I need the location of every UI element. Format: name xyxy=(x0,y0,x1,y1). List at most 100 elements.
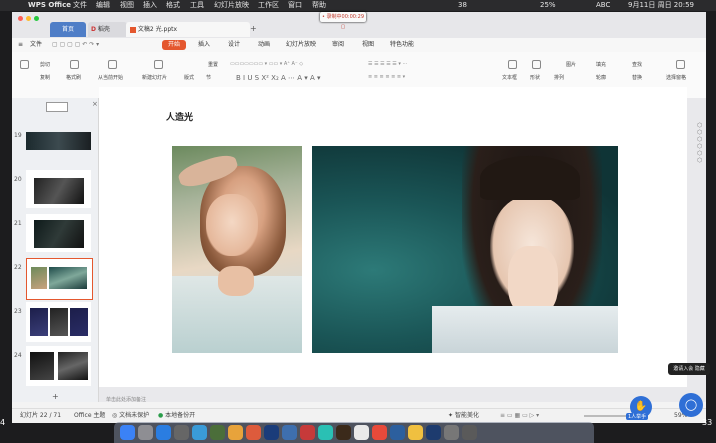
ribbon-tab-design[interactable]: 设计 xyxy=(228,38,240,52)
slide-thumbnail-23[interactable] xyxy=(26,302,91,342)
find-button[interactable]: 查找 xyxy=(632,61,642,68)
safari-icon[interactable] xyxy=(156,425,171,440)
menu-format[interactable]: 格式 xyxy=(166,0,180,11)
textbox-icon[interactable] xyxy=(508,60,517,69)
add-slide-button[interactable]: + xyxy=(52,392,59,401)
section-button[interactable]: 节 xyxy=(206,74,211,81)
notes-placeholder[interactable]: 单击此处添加备注 xyxy=(106,396,146,403)
ribbon-tab-animation[interactable]: 动画 xyxy=(258,38,270,52)
layout-button[interactable]: 版式 xyxy=(184,74,194,81)
ribbon-tab-slideshow[interactable]: 幻灯片放映 xyxy=(286,38,316,52)
wps-icon[interactable] xyxy=(372,425,387,440)
side-tools-icons[interactable]: ⬡ ⬡ ⬡ ⬡ ⬡ ⬡ xyxy=(697,122,702,164)
input-method[interactable]: ABC xyxy=(596,0,610,11)
trash-icon[interactable] xyxy=(462,425,477,440)
bridge-icon[interactable] xyxy=(336,425,351,440)
browser-icon[interactable] xyxy=(192,425,207,440)
quick-access-icons[interactable]: ▢ ▢ ▢ ▢ ↶ ↷ ▾ xyxy=(52,38,99,52)
slide-thumbnail-19[interactable] xyxy=(26,132,91,150)
theme-name[interactable]: Office 主题 xyxy=(74,409,105,423)
outline-button[interactable]: 轮廓 xyxy=(596,74,606,81)
ribbon-tab-review[interactable]: 审阅 xyxy=(332,38,344,52)
font-style-buttons[interactable]: B I U S X² X₂ A ⋯ A ▾ A ▾ xyxy=(236,74,321,82)
folder-icon[interactable] xyxy=(408,425,423,440)
slide-thumbnail-20[interactable] xyxy=(26,170,91,208)
select-pane-icon[interactable] xyxy=(676,60,685,69)
media-app-icon[interactable] xyxy=(300,425,315,440)
thumbnail-view-toggle[interactable] xyxy=(46,102,68,112)
tab-draft[interactable]: D 稻壳 xyxy=(88,22,127,37)
battery-percent[interactable]: 25% xyxy=(540,0,556,11)
menu-help[interactable]: 帮助 xyxy=(312,0,326,11)
menu-window[interactable]: 窗口 xyxy=(288,0,302,11)
menu-tools[interactable]: 工具 xyxy=(190,0,204,11)
invite-tooltip[interactable]: 邀请入会 隐藏 xyxy=(668,363,710,375)
fill-button[interactable]: 填充 xyxy=(596,61,606,68)
paragraph-controls[interactable]: ☰ ☰ ☰ ☰ ☰ ▾ ⋯ xyxy=(368,61,407,67)
view-mode-buttons[interactable]: ≡ ▭ ▦ ▭ ▷ ▾ xyxy=(500,409,539,423)
arrange-button[interactable]: 排列 xyxy=(554,74,564,81)
slide-thumbnail-22[interactable] xyxy=(26,258,93,300)
menu-edit[interactable]: 编辑 xyxy=(96,0,110,11)
tab-home[interactable]: 首页 xyxy=(50,22,86,37)
menu-app-name[interactable]: WPS Office xyxy=(28,0,71,11)
wps-docs-icon[interactable] xyxy=(390,425,405,440)
cut-button[interactable]: 剪切 xyxy=(40,61,50,68)
calendar-icon[interactable] xyxy=(246,425,261,440)
play-from-current-button[interactable]: 从当前开始 xyxy=(98,74,123,81)
ribbon-tab-insert[interactable]: 插入 xyxy=(198,38,210,52)
ribbon-tab-view[interactable]: 视图 xyxy=(362,38,374,52)
close-window-button[interactable] xyxy=(18,16,23,21)
slide-thumbnail-24[interactable] xyxy=(26,346,91,386)
finder-icon[interactable] xyxy=(120,425,135,440)
zoom-window-button[interactable] xyxy=(34,16,39,21)
font-selector[interactable]: ▭▭▭▭▭▭▭ ▾ ▭▭ ▾ A⁺ A⁻ ◇ xyxy=(230,61,303,67)
menu-slideshow[interactable]: 幻灯片放映 xyxy=(214,0,249,11)
select-pane-button[interactable]: 选择窗格 xyxy=(666,74,686,81)
photo-app-icon[interactable] xyxy=(282,425,297,440)
paste-icon[interactable] xyxy=(20,60,29,69)
add-tab-button[interactable]: + xyxy=(250,24,257,33)
close-panel-icon[interactable]: × xyxy=(92,100,98,108)
alignment-controls[interactable]: ≡ ≡ ≡ ≡ ≡ ≡ ▾ xyxy=(368,74,405,80)
menu-file[interactable]: 文件 xyxy=(73,0,87,11)
ribbon-tab-home[interactable]: 开始 xyxy=(162,40,187,50)
chat-app-icon[interactable] xyxy=(318,425,333,440)
menubar-datetime[interactable]: 9月11日 周日 20:59 xyxy=(628,0,694,11)
launchpad-icon[interactable] xyxy=(138,425,153,440)
notes-icon[interactable] xyxy=(228,425,243,440)
chat-button[interactable]: ◯ xyxy=(679,393,703,417)
copy-button[interactable]: 复制 xyxy=(40,74,50,81)
slide-title[interactable]: 人造光 xyxy=(166,110,193,123)
portrait-photo-right[interactable] xyxy=(312,146,618,353)
terminal-icon[interactable] xyxy=(210,425,225,440)
notification-badge[interactable]: 38 xyxy=(458,0,467,11)
portrait-photo-left[interactable] xyxy=(172,146,302,353)
tab-document[interactable]: 文稿2 光.pptx xyxy=(126,22,250,37)
picture-button[interactable]: 图片 xyxy=(566,61,576,68)
smart-beautify-button[interactable]: ✦ 智能美化 xyxy=(448,409,479,423)
doc-protection-status[interactable]: ◎ 文档未保护 xyxy=(112,409,149,423)
menu-workspace[interactable]: 工作区 xyxy=(258,0,279,11)
app-icon[interactable] xyxy=(444,425,459,440)
menu-insert[interactable]: 插入 xyxy=(143,0,157,11)
shape-icon[interactable] xyxy=(532,60,541,69)
preview-icon[interactable] xyxy=(354,425,369,440)
format-painter-icon[interactable] xyxy=(70,60,79,69)
minimize-window-button[interactable] xyxy=(26,16,31,21)
photoshop-icon[interactable] xyxy=(426,425,441,440)
textbox-button[interactable]: 文本框 xyxy=(502,74,517,81)
play-icon[interactable] xyxy=(108,60,117,69)
new-slide-icon[interactable] xyxy=(154,60,163,69)
ribbon-tab-special[interactable]: 特色功能 xyxy=(390,38,414,52)
hamburger-icon[interactable]: ≡ xyxy=(18,38,23,52)
settings-icon[interactable] xyxy=(174,425,189,440)
slide-thumbnail-panel[interactable]: × 19 20 21 22 23 24 + xyxy=(12,98,99,402)
ribbon-file[interactable]: 文件 xyxy=(30,38,42,52)
new-slide-button[interactable]: 新建幻灯片 xyxy=(142,74,167,81)
recording-indicator[interactable]: • 录制中00:00:29 ▢ xyxy=(320,12,366,30)
slide-thumbnail-21[interactable] xyxy=(26,214,91,252)
menu-view[interactable]: 视图 xyxy=(120,0,134,11)
lightroom-icon[interactable] xyxy=(264,425,279,440)
shape-button[interactable]: 形状 xyxy=(530,74,540,81)
